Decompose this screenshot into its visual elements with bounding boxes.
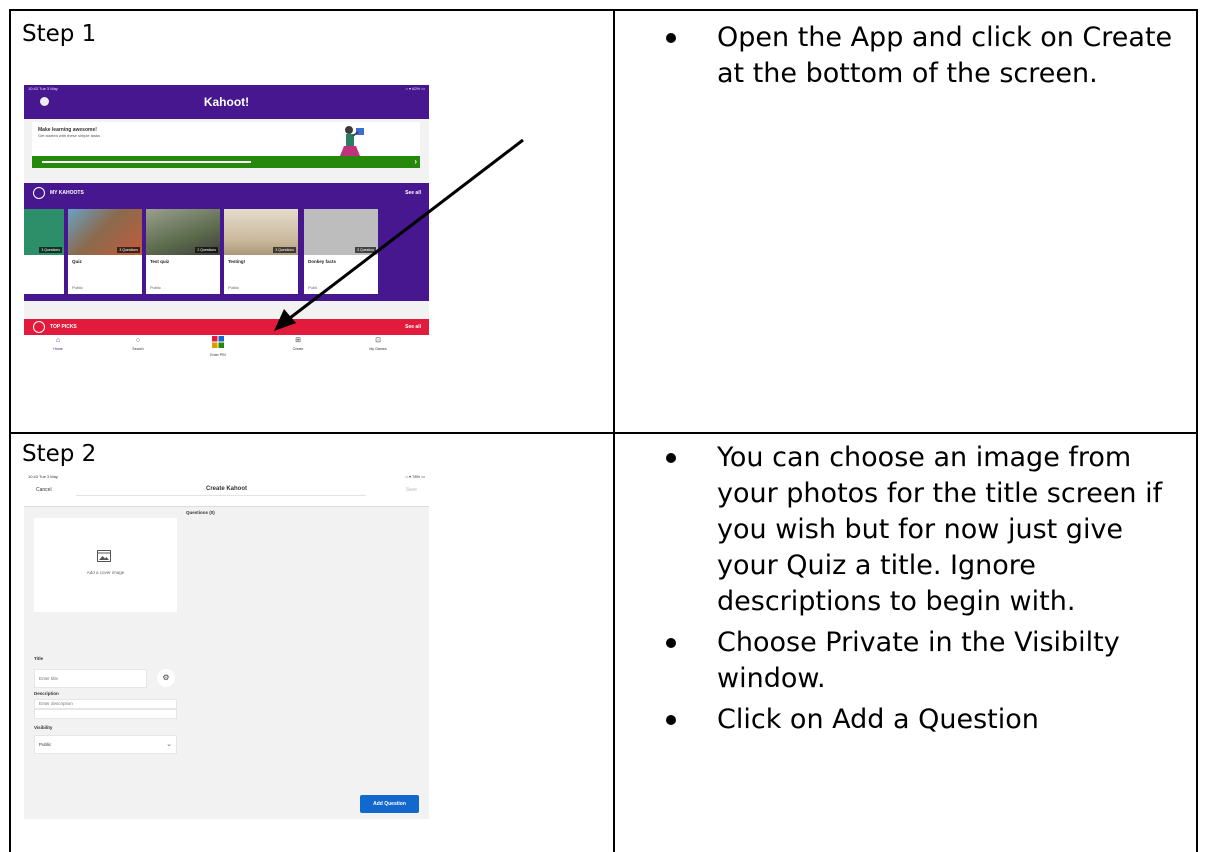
kahoot-logo: Kahoot! xyxy=(203,95,250,109)
nav-create[interactable]: ⊞ Create xyxy=(268,335,328,351)
star-icon xyxy=(33,321,45,333)
kahoot-tile[interactable]: 3 Questions xyxy=(24,209,64,294)
kahoot-tile[interactable]: 3 Questions Quiz Public xyxy=(68,209,142,294)
kahoot-home-screenshot: 10:43 Tue 3 May ⌂ ▾ 62% ▭ Kahoot! Make l… xyxy=(24,85,429,359)
section-title: MY KAHOOTS xyxy=(50,190,84,196)
tile-visibility: Public xyxy=(228,285,239,290)
kahoot-tile[interactable]: 3 Question Donkey facts Publi xyxy=(304,209,378,294)
cover-image-picker[interactable]: Add a cover image xyxy=(34,518,177,612)
pin-icon xyxy=(212,336,224,348)
see-all-link[interactable]: See all xyxy=(405,190,421,196)
kahoot-top-bar: 10:43 Tue 3 May ⌂ ▾ 62% ▭ Kahoot! xyxy=(24,85,429,119)
description-placeholder: Enter description xyxy=(39,701,73,706)
top-picks-title: TOP PICKS xyxy=(50,324,77,330)
bottom-nav: ⌂ Home ○ Search Enter PIN ⊞ Create ⊡ My … xyxy=(24,335,429,359)
add-question-button[interactable]: Add Question xyxy=(360,795,419,813)
my-kahoots-section: MY KAHOOTS See all 3 Questions 3 Questio… xyxy=(24,183,429,301)
status-bar-time: 10:43 Tue 3 May xyxy=(28,86,58,91)
step-1-bullets: Open the App and click on Create at the … xyxy=(666,20,1176,97)
image-icon xyxy=(97,550,111,562)
nav-label: Home xyxy=(53,347,63,351)
user-icon xyxy=(33,187,45,199)
create-icon: ⊞ xyxy=(295,337,301,344)
tile-visibility: Public xyxy=(150,285,161,290)
table-border-right xyxy=(1196,9,1198,852)
create-kahoot-screenshot-lower: Visibility Public ⌄ Add Question xyxy=(24,709,429,819)
step-2-bullet: You can choose an image from your photos… xyxy=(666,440,1186,620)
gear-icon[interactable]: ⚙ xyxy=(157,669,175,687)
chevron-down-icon: ⌄ xyxy=(166,741,172,748)
cover-image-label: Add a cover image xyxy=(86,570,125,575)
table-column-divider xyxy=(613,9,615,852)
create-header: 10:43 Tue 3 May ⌂ ▾ 78% ▭ Cancel Create … xyxy=(24,472,429,507)
questions-count: Questions (0) xyxy=(186,510,215,515)
nav-label: Search xyxy=(132,347,144,351)
table-border-left xyxy=(9,9,11,852)
home-icon: ⌂ xyxy=(55,337,61,344)
getting-started-card[interactable]: Make learning awesome! Get started with … xyxy=(32,122,420,168)
page-title: Create Kahoot xyxy=(205,486,247,492)
status-bar-battery: ⌂ ▾ 78% ▭ xyxy=(405,474,425,479)
status-bar-time: 10:43 Tue 3 May xyxy=(28,474,58,479)
nav-my-games[interactable]: ⊡ My Games xyxy=(348,335,408,351)
games-icon: ⊡ xyxy=(375,337,381,344)
progress-bar[interactable]: › xyxy=(32,156,420,168)
tile-name: Testing! xyxy=(228,259,246,264)
visibility-value: Public xyxy=(39,742,52,747)
title-label: Title xyxy=(34,656,44,661)
nav-label: Enter PIN xyxy=(210,353,226,357)
description-input-bottom xyxy=(34,709,177,719)
step-2-bullet: Click on Add a Question xyxy=(666,702,1186,738)
nav-label: My Games xyxy=(369,347,387,351)
step-1-label: Step 1 xyxy=(22,21,97,47)
description-input[interactable]: Enter description xyxy=(34,699,177,709)
nav-enter-pin[interactable]: Enter PIN xyxy=(188,335,248,357)
search-icon: ○ xyxy=(135,337,141,344)
top-picks-section: TOP PICKS See all xyxy=(24,319,429,335)
kahoot-tile[interactable]: 2 Questions Test quiz Public xyxy=(146,209,220,294)
create-kahoot-screenshot: 10:43 Tue 3 May ⌂ ▾ 78% ▭ Cancel Create … xyxy=(24,472,429,709)
step-1-bullet: Open the App and click on Create at the … xyxy=(666,20,1176,92)
card-subtitle: Get started with these simple tasks xyxy=(38,133,101,138)
chevron-right-icon[interactable]: › xyxy=(414,157,417,166)
tile-visibility: Public xyxy=(72,285,83,290)
tile-name: Donkey facts xyxy=(308,259,337,264)
nav-label: Create xyxy=(292,347,304,351)
nav-search[interactable]: ○ Search xyxy=(108,335,168,351)
tile-question-count: 3 Question xyxy=(355,247,376,253)
tile-name: Test quiz xyxy=(150,259,170,264)
step-2-label: Step 2 xyxy=(22,441,97,467)
tile-name: Quiz xyxy=(72,259,82,264)
title-placeholder: Enter title xyxy=(39,676,59,681)
kahoot-tile[interactable]: 3 Questions Testing! Public xyxy=(224,209,298,294)
see-all-link[interactable]: See all xyxy=(405,324,421,330)
visibility-label: Visibility xyxy=(34,725,53,730)
tile-question-count: 2 Questions xyxy=(195,247,218,253)
table-row-divider xyxy=(9,432,1198,434)
visibility-select[interactable]: Public ⌄ xyxy=(34,735,177,754)
tile-visibility: Publi xyxy=(308,285,317,290)
step-2-bullets: You can choose an image from your photos… xyxy=(666,440,1186,743)
tile-question-count: 3 Questions xyxy=(117,247,140,253)
title-input[interactable]: Enter title xyxy=(34,669,147,688)
nav-home[interactable]: ⌂ Home xyxy=(28,335,88,351)
tile-question-count: 3 Questions xyxy=(39,247,62,253)
save-button[interactable]: Save xyxy=(406,487,417,493)
description-label: Description xyxy=(34,691,59,696)
status-bar-battery: ⌂ ▾ 62% ▭ xyxy=(405,86,425,91)
table-border-top xyxy=(9,9,1198,11)
tile-question-count: 3 Questions xyxy=(273,247,296,253)
step-2-bullet: Choose Private in the Visibilty window. xyxy=(666,625,1186,697)
mascot-illustration-icon xyxy=(340,126,364,156)
header-divider xyxy=(76,495,366,496)
progress-fill xyxy=(42,161,251,163)
